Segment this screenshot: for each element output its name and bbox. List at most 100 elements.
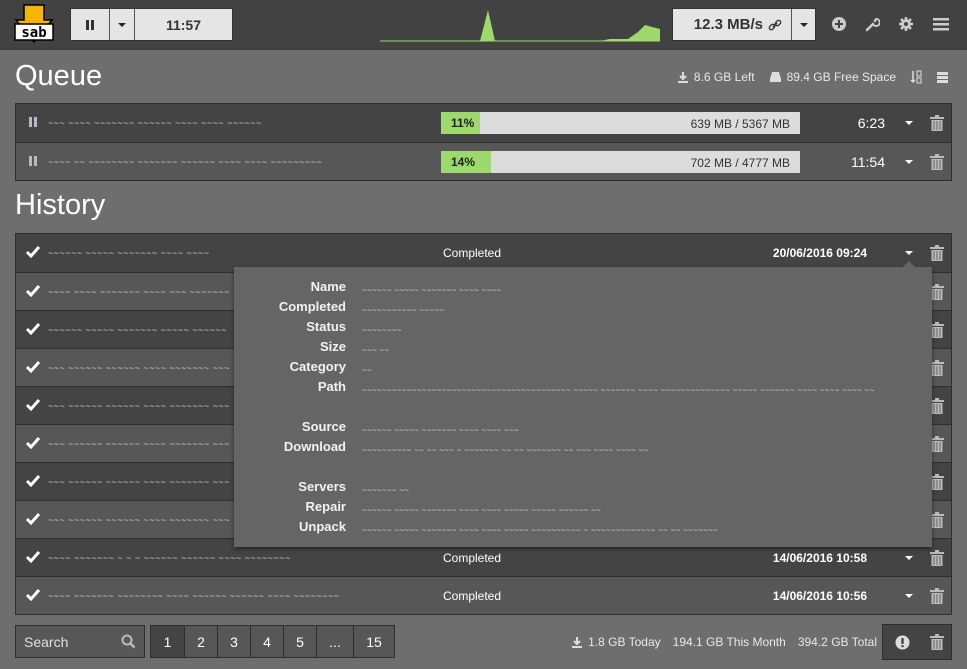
speed-limit-button[interactable]: 12.3 MB/s — [673, 9, 791, 40]
search-icon[interactable] — [121, 634, 136, 649]
delete-icon[interactable] — [930, 398, 944, 414]
delete-icon[interactable] — [930, 322, 944, 338]
queue-row[interactable]: ~~~ ~~~~ ~~~~~~~ ~~~~~~ ~~~~ ~~~~ ~~~~~~… — [16, 104, 951, 142]
history-item-name: ~~~~ ~~~~~~~ ~~~~~~~~ ~~~~ ~~~~~~ ~~~~~~… — [48, 590, 340, 601]
check-icon — [25, 246, 41, 259]
detail-value: ~~~~~~ ~~~~~ ~~~~~~~ ~~~~ ~~~~ — [362, 286, 502, 295]
today-stat: 1.8 GB Today — [571, 635, 661, 649]
chevron-down-icon[interactable] — [905, 121, 913, 125]
queue-stats: 8.6 GB Left 89.4 GB Free Space — [677, 70, 949, 84]
check-icon — [25, 475, 41, 488]
page-button[interactable]: 1 — [151, 626, 184, 657]
detail-label: Status — [306, 319, 346, 334]
list-settings-icon — [937, 71, 948, 83]
page-button[interactable]: 5 — [283, 626, 316, 657]
add-icon — [832, 17, 846, 31]
show-failed-button[interactable] — [895, 635, 910, 650]
delete-icon[interactable] — [930, 115, 944, 131]
delete-icon[interactable] — [930, 360, 944, 376]
check-icon — [25, 437, 41, 450]
chevron-down-icon — [799, 22, 808, 27]
history-date: 14/06/2016 10:56 — [772, 588, 867, 603]
chevron-down-icon[interactable] — [905, 160, 913, 164]
detail-label: Completed — [278, 299, 346, 314]
progress-bar: 14% 702 MB / 4777 MB — [441, 151, 800, 173]
queue-row[interactable]: ~~~~ ~~ ~~~~~~~~ ~~~~~~~ ~~~~~~ ~~~~ ~~~… — [16, 142, 951, 180]
menu-button[interactable] — [931, 14, 951, 34]
detail-label: Unpack — [299, 519, 346, 534]
month-stat: 194.1 GB This Month — [672, 635, 786, 649]
detail-value: ~~~~~~~ ~~ — [362, 486, 410, 495]
detail-value: ~~~~~~~~~~~~~~~~~~~~~~~~~~~~~~~~~~~~~~~~… — [362, 386, 875, 395]
hard-drive-icon — [769, 72, 781, 82]
detail-row: Download ~~~~~~~~~~ ~~ ~~ ~~~ ~ ~~~~~~~ ~… — [234, 439, 932, 461]
progress-percent: 14% — [451, 155, 476, 169]
download-icon — [572, 637, 583, 648]
progress-percent: 11% — [451, 116, 475, 130]
purge-history-button[interactable] — [930, 634, 944, 650]
history-date: 20/06/2016 09:24 — [772, 246, 867, 260]
detail-row: Completed ~~~~~~~~~~~ ~~~~~ — [234, 299, 932, 321]
delete-icon[interactable] — [930, 436, 944, 452]
page-button[interactable]: 15 — [353, 626, 394, 657]
detail-row: Status ~~~~~~~~ — [234, 319, 932, 341]
speed-control-group: 12.3 MB/s — [672, 8, 816, 41]
check-icon — [25, 399, 41, 412]
detail-value: ~~~ ~~ — [362, 346, 390, 355]
search-input[interactable] — [16, 626, 116, 657]
popover-arrow — [903, 261, 915, 267]
detail-value: ~~~~~~ ~~~~~ ~~~~~~~ ~~~~ ~~~~ ~~~~~ ~~~… — [362, 526, 718, 535]
detail-label: Size — [319, 339, 346, 354]
detail-row: Name ~~~~~~ ~~~~~ ~~~~~~~ ~~~~ ~~~~ — [234, 279, 932, 301]
chevron-down-icon[interactable] — [905, 594, 913, 598]
top-bar: sab 11:57 12.3 MB/s — [0, 0, 967, 50]
history-row[interactable]: ~~~~ ~~~~~~~ ~~~~~~~~ ~~~~ ~~~~~~ ~~~~~~… — [16, 576, 951, 614]
delete-icon[interactable] — [930, 550, 944, 566]
pause-options-dropdown[interactable] — [109, 9, 134, 40]
sort-icon — [910, 70, 922, 84]
eta: 11:54 — [851, 153, 885, 170]
pause-item-button[interactable] — [29, 117, 37, 127]
delete-icon[interactable] — [930, 512, 944, 528]
chevron-down-icon[interactable] — [905, 251, 913, 255]
free-space-label: 89.4 GB Free Space — [786, 70, 896, 84]
queue-control-group: 11:57 — [70, 8, 233, 41]
queue-left-label: 8.6 GB Left — [693, 70, 755, 84]
sort-button[interactable] — [910, 70, 922, 84]
speed-options-dropdown[interactable] — [791, 9, 815, 40]
history-status: Completed — [443, 550, 502, 565]
sabnzbd-logo[interactable]: sab — [14, 4, 54, 46]
page-button[interactable]: 2 — [184, 626, 217, 657]
detail-row: Repair ~~~~~~ ~~~~~ ~~~~~~~ ~~~~ ~~~~ ~~~… — [234, 499, 932, 521]
progress-bar: 11% 639 MB / 5367 MB — [441, 112, 800, 134]
page-button[interactable]: ... — [316, 626, 353, 657]
pause-item-button[interactable] — [29, 156, 37, 166]
detail-value: ~~~~~~ ~~~~~ ~~~~~~~ ~~~~ ~~~~ ~~~ — [362, 426, 519, 435]
page-button[interactable]: 3 — [217, 626, 250, 657]
detail-label: Source — [301, 419, 346, 434]
detail-label: Path — [317, 379, 346, 394]
config-button[interactable] — [862, 14, 882, 34]
detail-value: ~~ — [362, 366, 372, 375]
check-icon — [25, 285, 41, 298]
history-stats: 1.8 GB Today 194.1 GB This Month 394.2 G… — [571, 635, 877, 649]
delete-icon[interactable] — [930, 154, 944, 170]
delete-icon[interactable] — [930, 474, 944, 490]
detail-label: Servers — [298, 479, 346, 494]
delete-icon[interactable] — [930, 588, 944, 604]
queue-options-button[interactable] — [936, 71, 949, 84]
download-icon — [677, 72, 688, 83]
page-button[interactable]: 4 — [250, 626, 283, 657]
delete-icon[interactable] — [930, 245, 944, 261]
pause-icon — [86, 19, 94, 30]
add-nzb-button[interactable] — [829, 14, 849, 34]
delete-icon[interactable] — [930, 284, 944, 300]
time-left-display: 11:57 — [134, 9, 232, 40]
pause-all-button[interactable] — [71, 9, 109, 40]
search-box — [15, 625, 145, 658]
settings-button[interactable] — [896, 14, 916, 34]
history-item-name: ~~~~ ~~~~~~~ ~ ~ ~ ~~~~~~ ~~~~~~ ~~~~ ~~… — [48, 552, 291, 563]
detail-label: Download — [283, 439, 346, 454]
wrench-icon — [865, 18, 880, 32]
chevron-down-icon[interactable] — [905, 556, 913, 560]
